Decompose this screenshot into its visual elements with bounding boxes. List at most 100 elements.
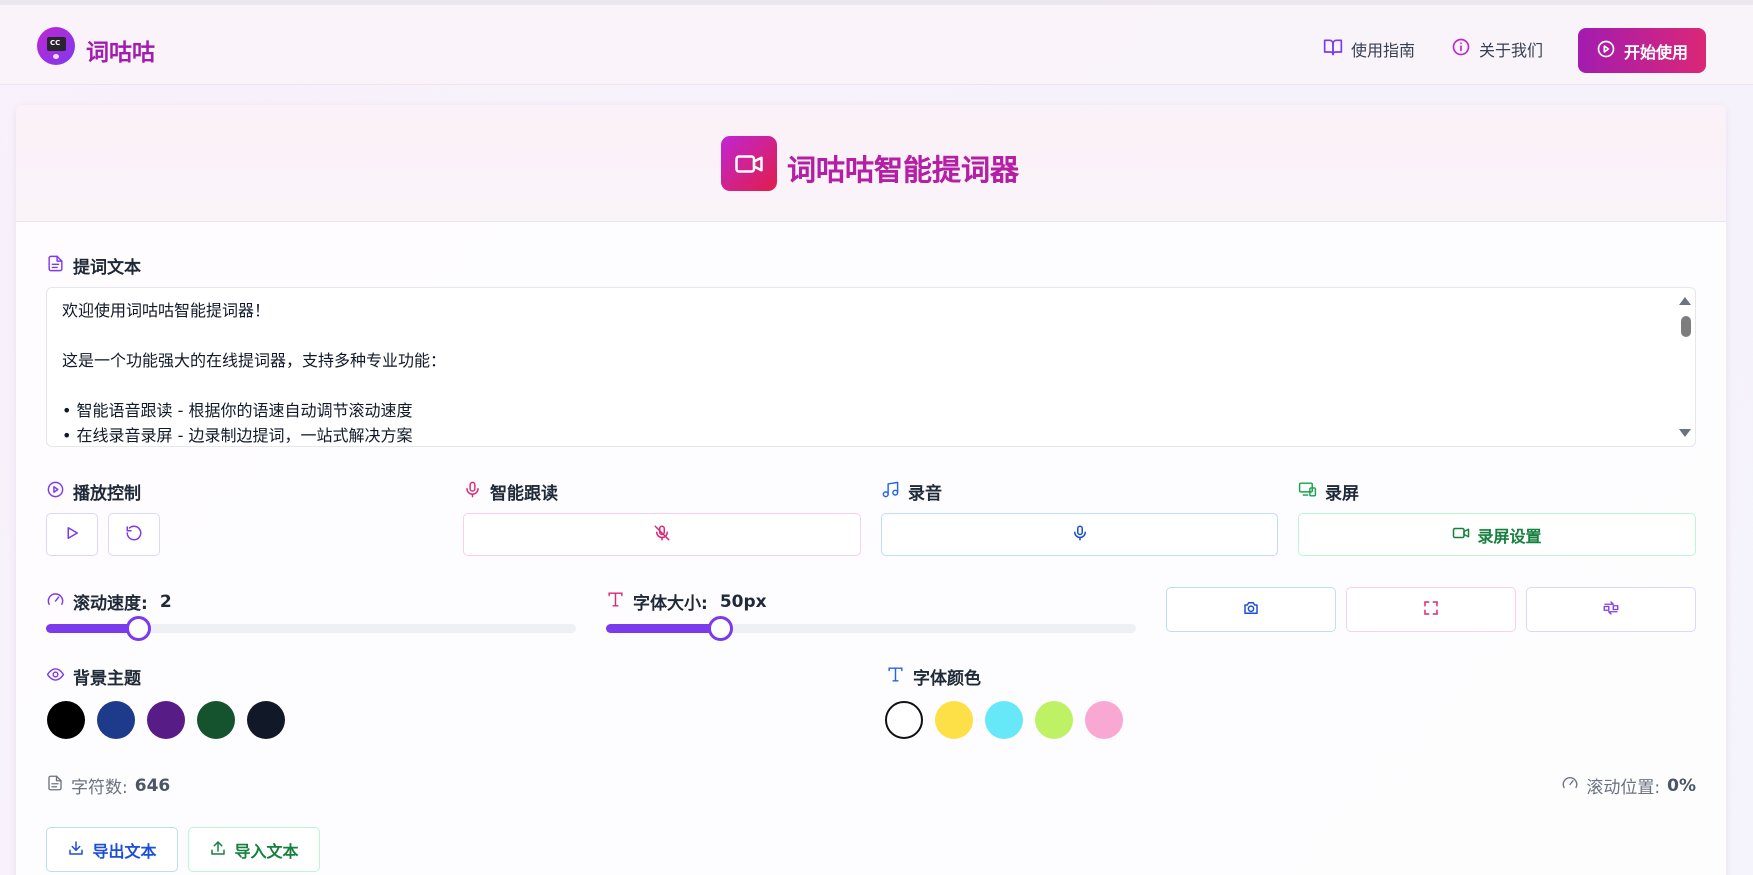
nav-about-label: 关于我们 — [1479, 41, 1544, 60]
font-color-label: 字体颜色 — [886, 664, 981, 689]
camera-icon — [1242, 599, 1260, 621]
script-line — [62, 323, 1662, 348]
scroll-up-arrow[interactable] — [1679, 297, 1691, 305]
speed-label-text: 滚动速度: — [73, 594, 148, 614]
book-icon — [1323, 37, 1343, 61]
card-header: 词咕咕智能提词器 — [16, 105, 1726, 222]
playback-section-label: 播放控制 — [46, 479, 141, 504]
nav-about-link[interactable]: 关于我们 — [1451, 37, 1543, 61]
playback-label-text: 播放控制 — [73, 484, 141, 504]
bg-theme-swatch[interactable] — [247, 701, 285, 739]
font-size-slider[interactable] — [606, 616, 1136, 641]
download-icon — [67, 839, 85, 861]
font-color-swatch[interactable] — [1035, 701, 1073, 739]
type-icon — [606, 590, 625, 614]
record-settings-label: 录屏设置 — [1477, 526, 1542, 546]
video-camera-icon — [721, 136, 777, 191]
scrollbar-thumb[interactable] — [1681, 316, 1691, 337]
bg-theme-label: 背景主题 — [46, 664, 141, 689]
info-icon — [1451, 37, 1471, 61]
teleprompter-card: 词咕咕智能提词器 提词文本 欢迎使用词咕咕智能提词器！ 这是一个功能强大的在线提… — [16, 105, 1726, 875]
scroll-down-arrow[interactable] — [1679, 429, 1691, 437]
fullscreen-button[interactable] — [1346, 587, 1516, 632]
record-audio-label-text: 录音 — [908, 484, 942, 504]
record-screen-section-label: 录屏 — [1298, 479, 1359, 504]
font-size-slider-fill — [606, 624, 720, 633]
char-count-value: 646 — [134, 775, 171, 796]
script-line: 这是一个功能强大的在线提词器，支持多种专业功能： — [62, 351, 447, 370]
font-color-swatch[interactable] — [985, 701, 1023, 739]
microphone-off-icon — [653, 524, 671, 546]
font-color-swatch[interactable] — [935, 701, 973, 739]
script-section-label: 提词文本 — [46, 253, 141, 278]
nav-guide-link[interactable]: 使用指南 — [1323, 37, 1415, 61]
speed-value: 2 — [159, 591, 172, 612]
play-circle-icon — [1596, 39, 1616, 63]
import-text-button[interactable]: 导入文本 — [188, 827, 320, 872]
bg-theme-swatch[interactable] — [197, 701, 235, 739]
speed-slider-thumb[interactable] — [125, 616, 151, 641]
scroll-position: 滚动位置: 0% — [1561, 773, 1696, 798]
nav-guide-label: 使用指南 — [1351, 41, 1416, 60]
flip-icon — [1602, 599, 1620, 621]
brand-logo[interactable] — [37, 27, 75, 65]
font-size-label: 字体大小: 50px — [606, 589, 767, 614]
gauge-icon — [46, 590, 65, 614]
bg-theme-label-text: 背景主题 — [73, 669, 141, 689]
script-content: 欢迎使用词咕咕智能提词器！ 这是一个功能强大的在线提词器，支持多种专业功能： •… — [62, 298, 1662, 448]
rotate-ccw-icon — [125, 524, 143, 546]
char-count-label: 字符数: — [71, 778, 128, 798]
music-note-icon — [881, 480, 900, 504]
type-icon — [886, 665, 905, 689]
speed-slider-fill — [46, 624, 138, 633]
script-textarea[interactable]: 欢迎使用词咕咕智能提词器！ 这是一个功能强大的在线提词器，支持多种专业功能： •… — [46, 287, 1696, 447]
bg-theme-swatch[interactable] — [147, 701, 185, 739]
script-line: • 智能语音跟读 - 根据你的语速自动调节滚动速度 — [62, 401, 413, 420]
bg-theme-swatch[interactable] — [47, 701, 85, 739]
record-screen-label-text: 录屏 — [1325, 484, 1359, 504]
reset-button[interactable] — [108, 513, 160, 556]
gauge-icon — [1561, 774, 1579, 797]
font-color-swatch[interactable] — [885, 701, 923, 739]
start-button[interactable]: 开始使用 — [1578, 28, 1706, 73]
scroll-position-value: 0% — [1667, 775, 1696, 796]
play-icon — [63, 524, 81, 546]
voice-follow-label-text: 智能跟读 — [490, 484, 558, 504]
script-label-text: 提词文本 — [73, 258, 141, 278]
eye-icon — [46, 665, 65, 689]
play-circle-icon — [46, 480, 65, 504]
start-button-label: 开始使用 — [1623, 42, 1688, 62]
record-settings-button[interactable]: 录屏设置 — [1298, 513, 1696, 556]
script-line — [62, 373, 1662, 398]
brand-name[interactable]: 词咕咕 — [86, 33, 155, 67]
speed-label: 滚动速度: 2 — [46, 589, 172, 614]
voice-follow-toggle[interactable] — [463, 513, 861, 556]
upload-icon — [209, 839, 227, 861]
export-text-button[interactable]: 导出文本 — [46, 827, 178, 872]
microphone-icon — [463, 480, 482, 504]
record-audio-button[interactable] — [881, 513, 1278, 556]
export-label: 导出文本 — [92, 841, 157, 861]
fullscreen-icon — [1422, 599, 1440, 621]
document-icon — [46, 774, 64, 797]
font-size-label-text: 字体大小: — [633, 594, 708, 614]
speed-slider[interactable] — [46, 616, 576, 641]
top-header: 词咕咕 使用指南 关于我们 开始使用 — [0, 5, 1753, 85]
play-button[interactable] — [46, 513, 98, 556]
mirror-flip-button[interactable] — [1526, 587, 1696, 632]
script-line: • 在线录音录屏 - 边录制边提词，一站式解决方案 — [62, 426, 413, 445]
font-color-label-text: 字体颜色 — [913, 669, 981, 689]
voice-follow-section-label: 智能跟读 — [463, 479, 558, 504]
document-icon — [46, 254, 65, 278]
microphone-icon — [1071, 524, 1089, 546]
font-size-slider-thumb[interactable] — [707, 616, 733, 641]
bg-theme-swatch[interactable] — [97, 701, 135, 739]
screenshot-button[interactable] — [1166, 587, 1336, 632]
video-camera-icon — [1452, 524, 1470, 546]
import-label: 导入文本 — [234, 841, 299, 861]
font-color-swatch[interactable] — [1085, 701, 1123, 739]
record-audio-section-label: 录音 — [881, 479, 942, 504]
app-title: 词咕咕智能提词器 — [787, 147, 1019, 189]
script-line: 欢迎使用词咕咕智能提词器！ — [62, 301, 271, 320]
font-size-value: 50px — [719, 591, 767, 612]
